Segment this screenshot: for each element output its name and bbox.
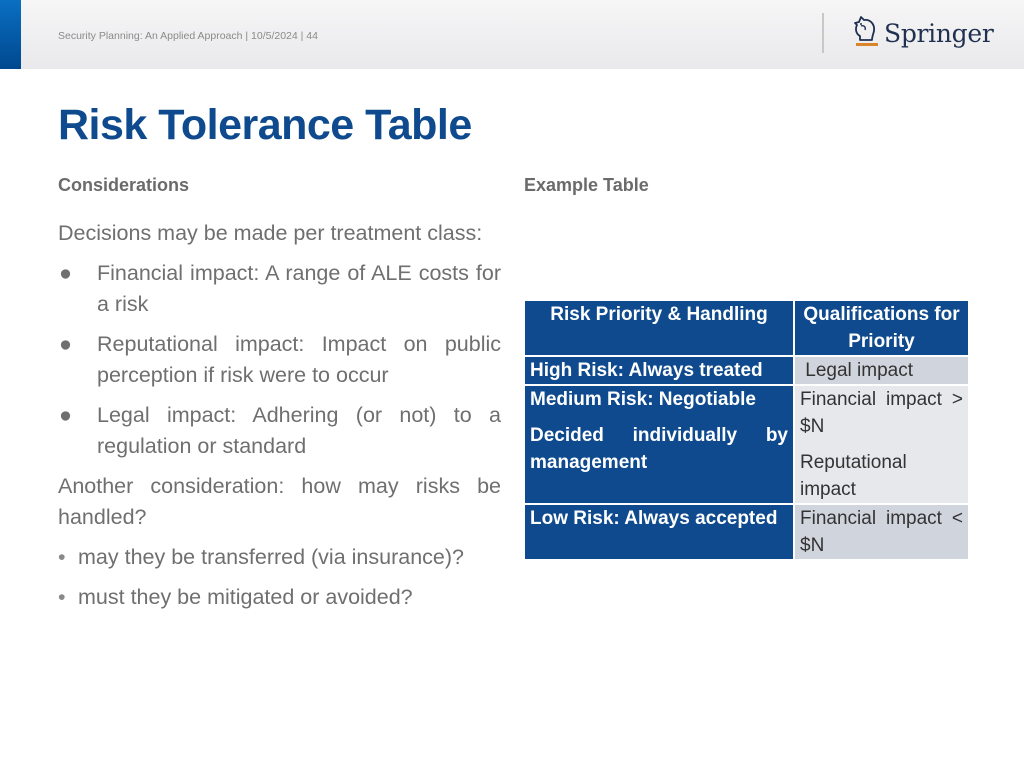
- bullet-item: ● Legal impact: Adhering (or not) to a r…: [58, 400, 501, 462]
- qualification-cell: Legal impact: [795, 357, 968, 384]
- slide-title: Risk Tolerance Table: [58, 101, 472, 149]
- example-table-heading: Example Table: [524, 175, 649, 195]
- bullet-dot-icon: •: [58, 545, 66, 569]
- bullet-text: Reputational impact: Impact on public pe…: [97, 332, 501, 387]
- table-row: High Risk: Always treated Legal impact: [525, 357, 968, 384]
- intro-paragraph: Decisions may be made per treatment clas…: [58, 221, 483, 245]
- table-row: Medium Risk: Negotiable Decided individu…: [525, 386, 968, 503]
- bullet-dot-icon: ●: [59, 332, 72, 356]
- sub-bullet-item: • may they be transferred (via insurance…: [58, 542, 501, 573]
- second-paragraph: Another consideration: how may risks be …: [58, 474, 501, 529]
- qualification-cell: Financial impact > $N Reputational impac…: [795, 386, 968, 503]
- slide-header: Security Planning: An Applied Approach |…: [0, 0, 1024, 69]
- bullet-dot-icon: •: [58, 585, 66, 609]
- qualification-text: Financial impact > $N: [800, 389, 963, 437]
- springer-logo: Springer: [852, 13, 994, 53]
- sub-bullet-text: may they be transferred (via insurance)?: [78, 545, 464, 569]
- considerations-heading: Considerations: [58, 175, 190, 195]
- sub-bullet-item: • must they be mitigated or avoided?: [58, 582, 501, 613]
- column-header-qualifications: Qualifications for Priority: [795, 301, 968, 355]
- header-accent-bar: [0, 0, 21, 69]
- priority-note: Decided individually by management: [530, 425, 788, 473]
- considerations-body: Decisions may be made per treatment clas…: [58, 218, 501, 622]
- table-row: Low Risk: Always accepted Financial impa…: [525, 505, 968, 559]
- sub-bullet-text: must they be mitigated or avoided?: [78, 585, 413, 609]
- qualification-text: Legal impact: [805, 360, 914, 381]
- priority-text: Medium Risk: Negotiable: [530, 389, 756, 410]
- knight-chess-icon: [852, 12, 880, 55]
- qualification-cell: Financial impact < $N: [795, 505, 968, 559]
- bullet-dot-icon: ●: [59, 261, 72, 285]
- risk-tolerance-table: Risk Priority & Handling Qualifications …: [523, 299, 970, 561]
- footer-text: Security Planning: An Applied Approach |…: [58, 30, 318, 42]
- priority-cell: High Risk: Always treated: [525, 357, 793, 384]
- priority-cell: Medium Risk: Negotiable Decided individu…: [525, 386, 793, 503]
- bullet-text: Financial impact: A range of ALE costs f…: [97, 261, 501, 316]
- logo-wordmark: Springer: [884, 18, 994, 48]
- qualification-note: Reputational impact: [800, 452, 907, 500]
- column-header-priority: Risk Priority & Handling: [525, 301, 793, 355]
- bullet-text: Legal impact: Adhering (or not) to a reg…: [97, 403, 501, 458]
- table-header-row: Risk Priority & Handling Qualifications …: [525, 301, 968, 355]
- header-divider: [822, 13, 824, 53]
- bullet-item: ● Reputational impact: Impact on public …: [58, 329, 501, 391]
- bullet-dot-icon: ●: [59, 403, 72, 427]
- priority-cell: Low Risk: Always accepted: [525, 505, 793, 559]
- bullet-item: ● Financial impact: A range of ALE costs…: [58, 258, 501, 320]
